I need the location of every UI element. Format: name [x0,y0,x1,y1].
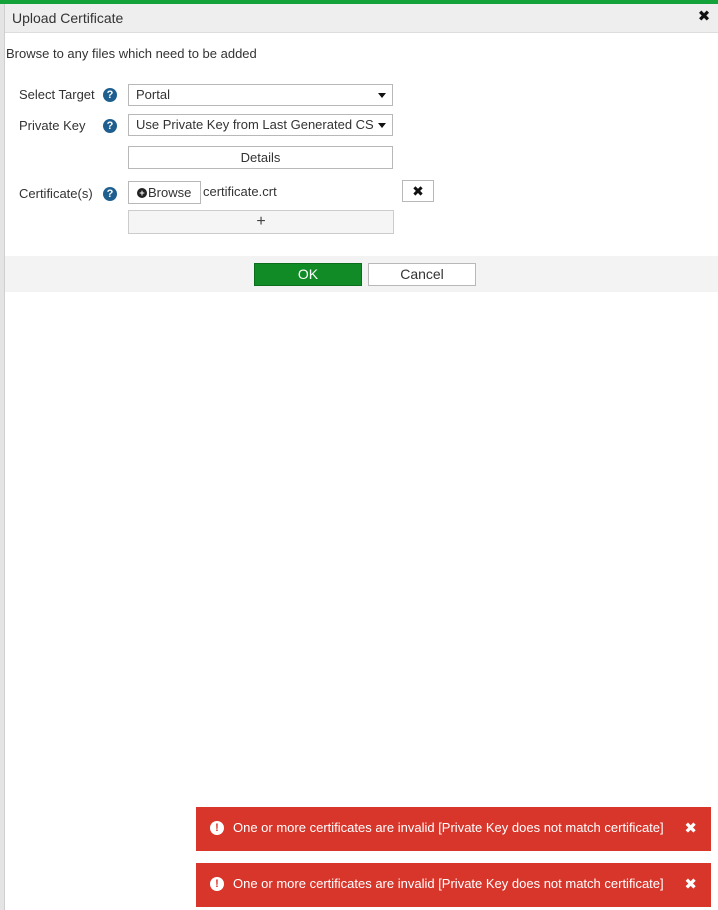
dialog-instructions: Browse to any files which need to be add… [6,46,257,61]
plus-icon: + [256,213,266,230]
ok-button[interactable]: OK [254,263,362,286]
upload-certificate-page: Upload Certificate ✖ Browse to any files… [0,0,718,910]
exclamation-circle-icon: ! [210,821,224,835]
close-icon[interactable]: ✖ [696,8,712,26]
browse-label: Browse [148,185,192,200]
help-icon[interactable]: ? [103,187,117,201]
dialog-titlebar: Upload Certificate ✖ [5,4,718,33]
add-certificate-button[interactable]: + [128,210,394,234]
dialog-title: Upload Certificate [12,10,124,26]
caret-down-icon [378,123,386,128]
selected-file-name: certificate.crt [203,184,277,199]
close-icon[interactable]: ✖ [684,875,697,893]
exclamation-circle-icon: ! [210,877,224,891]
certificates-label: Certificate(s) [19,186,93,201]
help-icon[interactable]: ? [103,119,117,133]
select-target-label: Select Target [19,87,95,102]
plus-circle-icon: + [137,188,147,198]
remove-file-button[interactable]: ✖ [402,180,434,202]
details-button[interactable]: Details [128,146,393,169]
remove-icon: ✖ [412,183,424,199]
private-key-value: Use Private Key from Last Generated CSR [136,117,374,132]
cancel-button[interactable]: Cancel [368,263,476,286]
error-message: One or more certificates are invalid [Pr… [233,876,664,891]
browse-button[interactable]: + Browse [128,181,201,204]
private-key-label: Private Key [19,118,86,133]
close-icon[interactable]: ✖ [684,819,697,837]
select-target-dropdown[interactable]: Portal [128,84,393,106]
error-notification: ! One or more certificates are invalid [… [196,863,711,907]
error-message: One or more certificates are invalid [Pr… [233,820,664,835]
caret-down-icon [378,93,386,98]
private-key-dropdown[interactable]: Use Private Key from Last Generated CSR [128,114,393,136]
error-notification: ! One or more certificates are invalid [… [196,807,711,851]
select-target-value: Portal [136,87,170,102]
help-icon[interactable]: ? [103,88,117,102]
background-edge [0,0,5,910]
